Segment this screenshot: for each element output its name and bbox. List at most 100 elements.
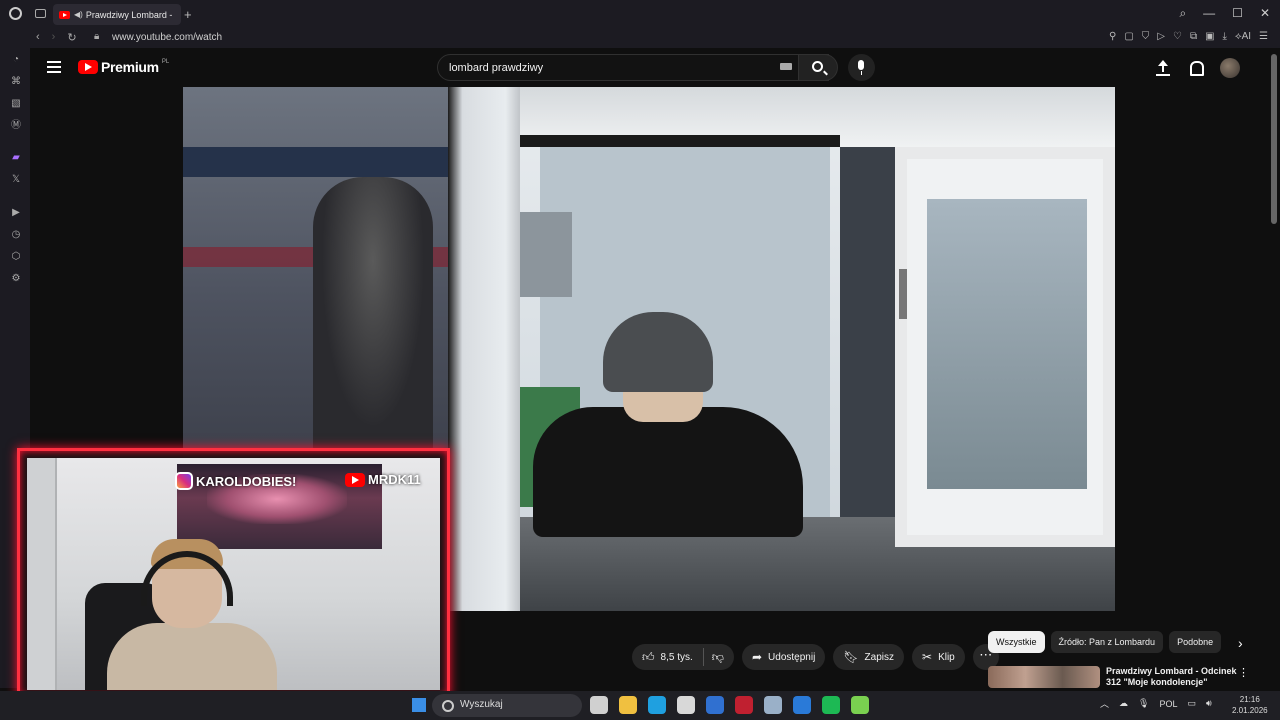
tab-youtube[interactable]: ◀) Prawdziwy Lombard - [53,4,181,25]
clip-button[interactable]: ✂ Klip [912,644,965,670]
clock[interactable]: 21:16 2.01.2026 [1232,694,1268,716]
related-thumbnail[interactable] [988,666,1100,688]
youtube-premium-logo[interactable]: Premium PL [78,59,169,75]
scissors-icon: ✂ [922,650,933,664]
lock-icon[interactable]: 🔒︎ [94,31,99,42]
chevron-right-icon[interactable]: › [1238,635,1243,651]
mail-icon[interactable] [706,696,724,714]
keyboard-icon[interactable] [780,63,792,70]
instagram-handle: KAROLDOBIES! [196,473,297,489]
search-button[interactable] [798,54,838,81]
page-scrollbar[interactable] [1268,48,1280,691]
sidebar-speed-dial-icon[interactable]: ◔ [10,54,22,66]
extensions-toolbar: ⚲ ▢ ⛉ ▷ ♡ ⧉ ▣ ⤓ ⟡AI ☰ [1109,31,1268,42]
opera-gx-icon[interactable] [735,696,753,714]
chip-all[interactable]: Wszystkie [988,631,1045,653]
taskbar-search[interactable]: Wyszukaj [432,694,582,717]
dislike-icon[interactable]: 👎︎ [712,650,724,665]
ai-button[interactable]: ⟡AI [1235,31,1251,42]
voice-search-button[interactable] [848,54,875,81]
bookmark-icon: 🔖︎ [843,650,859,664]
close-button[interactable]: ✕ [1260,6,1270,21]
clock-time: 21:16 [1239,695,1260,704]
maximize-button[interactable]: ☐ [1232,6,1243,21]
sidebar-history-icon[interactable]: ◷ [10,229,22,241]
task-view-icon[interactable] [590,696,608,714]
window-controls: ⌕ — ☐ ✕ [1179,6,1270,21]
save-button[interactable]: 🔖︎ Zapisz [833,644,904,670]
download-icon[interactable]: ⤓ [1223,31,1227,42]
steam-icon[interactable] [764,696,782,714]
new-tab-button[interactable]: + [184,7,192,22]
search-box[interactable]: lombard prawdziwy ✕ [437,54,829,81]
webcam-overlay: KAROLDOBIES! MRDK11 [17,448,450,698]
taskbar-apps [590,696,869,714]
header-actions [1156,58,1240,78]
hamburger-menu-icon[interactable] [47,61,61,76]
volume-icon[interactable]: 🔊︎ [1206,698,1212,709]
onedrive-icon[interactable]: ☁ [1119,698,1128,709]
start-icon[interactable] [412,698,426,712]
tab-overview-icon[interactable] [35,9,46,18]
chip-source[interactable]: Źródło: Pan z Lombardu [1050,631,1164,653]
avatar[interactable] [1220,58,1240,78]
tab-title: Prawdziwy Lombard - [85,9,173,20]
sidebar-x-icon[interactable]: 𝕏 [10,174,22,186]
related-video-item[interactable]: Prawdziwy Lombard - Odcinek 312 "Moje ko… [988,664,1248,688]
clock-date: 2.01.2026 [1232,706,1268,715]
easy-setup-icon[interactable]: ☰ [1259,31,1268,42]
wallet-icon[interactable]: ▣ [1205,31,1214,42]
heart-icon[interactable]: ♡ [1173,31,1182,42]
browser-menu-icon[interactable] [9,7,22,20]
sidebar-twitch-icon[interactable]: ▰ [10,152,22,164]
send-icon[interactable]: ▷ [1157,31,1165,42]
snapshot-icon[interactable]: ▢ [1124,31,1133,42]
create-upload-icon[interactable] [1156,59,1170,77]
logo-text: Premium [101,59,159,75]
tray-chevron-icon[interactable]: ︿ [1100,697,1109,710]
sidebar-m-icon[interactable]: Ⓜ [10,120,22,132]
browser-search-icon[interactable]: ⌕ [1179,6,1186,21]
remote-icon[interactable] [793,696,811,714]
network-icon[interactable]: ▭ [1187,698,1196,709]
video-top-frame [520,87,1115,147]
back-icon[interactable]: ‹ [36,31,40,44]
minimize-button[interactable]: — [1203,6,1215,21]
video-window-frame [448,87,520,611]
url-field[interactable]: www.youtube.com/watch [112,32,222,43]
webcam-feed: KAROLDOBIES! MRDK11 [27,458,440,690]
speaker-icon[interactable]: ◀) [74,10,83,19]
pin-icon[interactable]: ⚲ [1109,31,1116,42]
notifications-bell-icon[interactable] [1188,60,1204,76]
like-dislike-group: 👍︎ 8,5 tys. 👎︎ [632,644,734,670]
related-menu-icon[interactable]: ⋮ [1238,666,1248,679]
forward-icon[interactable]: › [52,31,56,44]
like-count[interactable]: 8,5 tys. [661,652,693,663]
mic-icon[interactable]: 🎙︎ [1138,698,1149,709]
address-bar: ‹ › ↻ 🔒︎ www.youtube.com/watch ⚲ ▢ ⛉ ▷ ♡… [0,28,1280,48]
sidebar-cube-icon[interactable]: ▧ [10,98,22,110]
shield-icon[interactable]: ⛉ [1142,31,1150,42]
related-title[interactable]: Prawdziwy Lombard - Odcinek 312 "Moje ko… [1106,666,1238,688]
related-filter-chips: Wszystkie Źródło: Pan z Lombardu Podobne [988,631,1250,653]
sidebar-extensions-icon[interactable]: ⬡ [10,251,22,263]
language-indicator[interactable]: POL [1159,699,1177,709]
share-button[interactable]: ➦ Udostępnij [741,644,826,670]
system-tray: ︿ ☁ 🎙︎ POL ▭ 🔊︎ [1100,697,1212,710]
reload-icon[interactable]: ↻ [67,31,76,44]
edge-icon[interactable] [648,696,666,714]
sidebar-settings-icon[interactable]: ⚙ [10,273,22,285]
video-open-window [895,147,1115,547]
store-icon[interactable] [677,696,695,714]
like-icon[interactable]: 👍︎ [642,650,655,665]
chip-similar[interactable]: Podobne [1169,631,1222,653]
browser-tabbar: ◀) Prawdziwy Lombard - + ⌕ — ☐ ✕ [0,0,1280,28]
file-explorer-icon[interactable] [619,696,637,714]
spotify-icon[interactable] [822,696,840,714]
sidebar-ai-icon[interactable]: ⌘ [10,76,22,88]
windows-taskbar: Wyszukaj ︿ ☁ 🎙︎ POL ▭ 🔊︎ 21:16 2.01.2026 [0,691,1280,720]
android-icon[interactable] [851,696,869,714]
extensions-icon[interactable]: ⧉ [1190,31,1197,42]
sidebar-player-icon[interactable]: ▶ [10,207,22,219]
search-input[interactable]: lombard prawdziwy [449,62,543,74]
